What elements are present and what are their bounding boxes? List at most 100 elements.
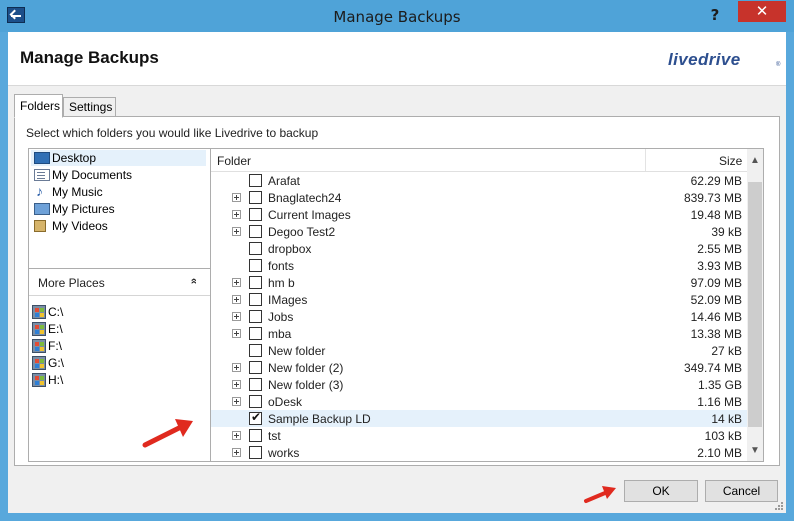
folder-name: fonts	[268, 259, 295, 273]
folder-checkbox[interactable]	[249, 191, 262, 204]
folder-name: New folder (3)	[268, 378, 344, 392]
drive-icon	[32, 322, 46, 336]
expand-plus-icon[interactable]	[232, 295, 241, 304]
folder-name: Degoo Test2	[268, 225, 336, 239]
drive-label: C:\	[48, 305, 64, 319]
folder-size: 839.73 MB	[683, 191, 742, 205]
folder-row[interactable]: oDesk 1.16 MB	[211, 393, 747, 410]
folder-checkbox[interactable]	[249, 344, 262, 357]
folder-name: oDesk	[268, 395, 303, 409]
expand-plus-icon[interactable]	[232, 312, 241, 321]
folder-checkbox[interactable]	[249, 242, 262, 255]
folder-row[interactable]: fonts 3.93 MB	[211, 257, 747, 274]
folder-checkbox[interactable]	[249, 378, 262, 391]
folder-row[interactable]: New folder (3) 1.35 GB	[211, 376, 747, 393]
cancel-button[interactable]: Cancel	[705, 480, 778, 502]
folder-name: Current Images	[268, 208, 351, 222]
location-label: My Documents	[52, 168, 133, 182]
folder-checkbox[interactable]	[249, 410, 262, 425]
folder-row[interactable]: Sample Backup LD 14 kB	[211, 410, 747, 427]
folder-row[interactable]: IMages 52.09 MB	[211, 291, 747, 308]
folder-row[interactable]: New folder (2) 349.74 MB	[211, 359, 747, 376]
location-item-my-music[interactable]: My Music	[31, 183, 206, 200]
folder-checkbox[interactable]	[249, 225, 262, 238]
folder-checkbox[interactable]	[249, 361, 262, 374]
drive-icon	[32, 356, 46, 370]
folder-size: 13.38 MB	[690, 327, 742, 341]
expand-plus-icon[interactable]	[232, 380, 241, 389]
vertical-scrollbar[interactable]: ▲ ▼	[747, 149, 763, 461]
folder-row[interactable]: hm b 97.09 MB	[211, 274, 747, 291]
folder-row[interactable]: works 2.10 MB	[211, 444, 747, 461]
folder-size: 349.74 MB	[683, 361, 742, 375]
tab-folders[interactable]: Folders	[14, 94, 63, 118]
more-places-header[interactable]: More Places »	[29, 268, 210, 296]
folder-size: 14.46 MB	[690, 310, 742, 324]
folder-size: 1.16 MB	[697, 395, 742, 409]
folder-list: Arafat 62.29 MB Bnaglatech24 839.73 MB Curre…	[211, 172, 747, 461]
folder-row[interactable]: Arafat 62.29 MB	[211, 172, 747, 189]
resize-grip[interactable]	[774, 501, 784, 511]
annotation-arrow-icon	[584, 486, 616, 503]
folder-name: mba	[268, 327, 292, 341]
expand-plus-icon[interactable]	[232, 431, 241, 440]
ok-button[interactable]: OK	[624, 480, 698, 502]
column-separator[interactable]	[645, 149, 646, 171]
expand-plus-icon[interactable]	[232, 448, 241, 457]
close-button[interactable]: ✕	[738, 1, 786, 22]
folder-checkbox[interactable]	[249, 259, 262, 272]
folder-checkbox[interactable]	[249, 446, 262, 459]
folder-checkbox[interactable]	[249, 276, 262, 289]
folder-row[interactable]: Degoo Test2 39 kB	[211, 223, 747, 240]
folder-name: dropbox	[268, 242, 312, 256]
location-label: Desktop	[52, 151, 97, 165]
column-folder[interactable]: Folder	[217, 154, 251, 168]
location-item-desktop[interactable]: Desktop	[31, 150, 206, 166]
folder-checkbox[interactable]	[249, 395, 262, 408]
tab-settings[interactable]: Settings	[63, 97, 116, 117]
column-size[interactable]: Size	[719, 154, 742, 168]
folder-checkbox[interactable]	[249, 208, 262, 221]
expand-plus-icon[interactable]	[232, 363, 241, 372]
location-item-my-pictures[interactable]: My Pictures	[31, 201, 206, 217]
videos-icon	[34, 220, 46, 232]
expand-plus-icon[interactable]	[232, 193, 241, 202]
expand-plus-icon[interactable]	[232, 227, 241, 236]
folder-size: 97.09 MB	[690, 276, 742, 290]
location-item-my-videos[interactable]: My Videos	[31, 218, 206, 234]
livedrive-logo: livedrive	[668, 50, 741, 69]
expand-plus-icon[interactable]	[232, 397, 241, 406]
folder-checkbox[interactable]	[249, 327, 262, 340]
folder-checkbox[interactable]	[249, 310, 262, 323]
folder-size: 2.55 MB	[697, 242, 742, 256]
folder-row[interactable]: Bnaglatech24 839.73 MB	[211, 189, 747, 206]
folder-checkbox[interactable]	[249, 293, 262, 306]
folder-checkbox[interactable]	[249, 429, 262, 442]
folder-name: New folder (2)	[268, 361, 344, 375]
scroll-down-icon[interactable]: ▼	[747, 442, 763, 459]
title-bar[interactable]: Manage Backups ? ✕	[0, 0, 794, 32]
folder-checkbox[interactable]	[249, 174, 262, 187]
folder-row[interactable]: Jobs 14.46 MB	[211, 308, 747, 325]
expand-plus-icon[interactable]	[232, 278, 241, 287]
help-button[interactable]: ?	[704, 5, 726, 25]
folder-row[interactable]: mba 13.38 MB	[211, 325, 747, 342]
dialog-header: Manage Backups livedrive ®	[8, 32, 786, 86]
folder-row[interactable]: dropbox 2.55 MB	[211, 240, 747, 257]
folder-row[interactable]: tst 103 kB	[211, 427, 747, 444]
drive-icon	[32, 339, 46, 353]
folder-name: tst	[268, 429, 281, 443]
folder-name: Bnaglatech24	[268, 191, 342, 205]
folder-size: 2.10 MB	[697, 446, 742, 460]
drive-label: H:\	[48, 373, 64, 387]
folder-name: hm b	[268, 276, 295, 290]
scroll-up-icon[interactable]: ▲	[747, 152, 763, 169]
folder-row[interactable]: New folder 27 kB	[211, 342, 747, 359]
folder-size: 14 kB	[711, 412, 742, 426]
scroll-thumb[interactable]	[748, 182, 762, 427]
expand-plus-icon[interactable]	[232, 210, 241, 219]
location-item-my-documents[interactable]: My Documents	[31, 167, 206, 183]
folder-row[interactable]: Current Images 19.48 MB	[211, 206, 747, 223]
collapse-chevron-icon[interactable]: »	[188, 278, 200, 284]
expand-plus-icon[interactable]	[232, 329, 241, 338]
